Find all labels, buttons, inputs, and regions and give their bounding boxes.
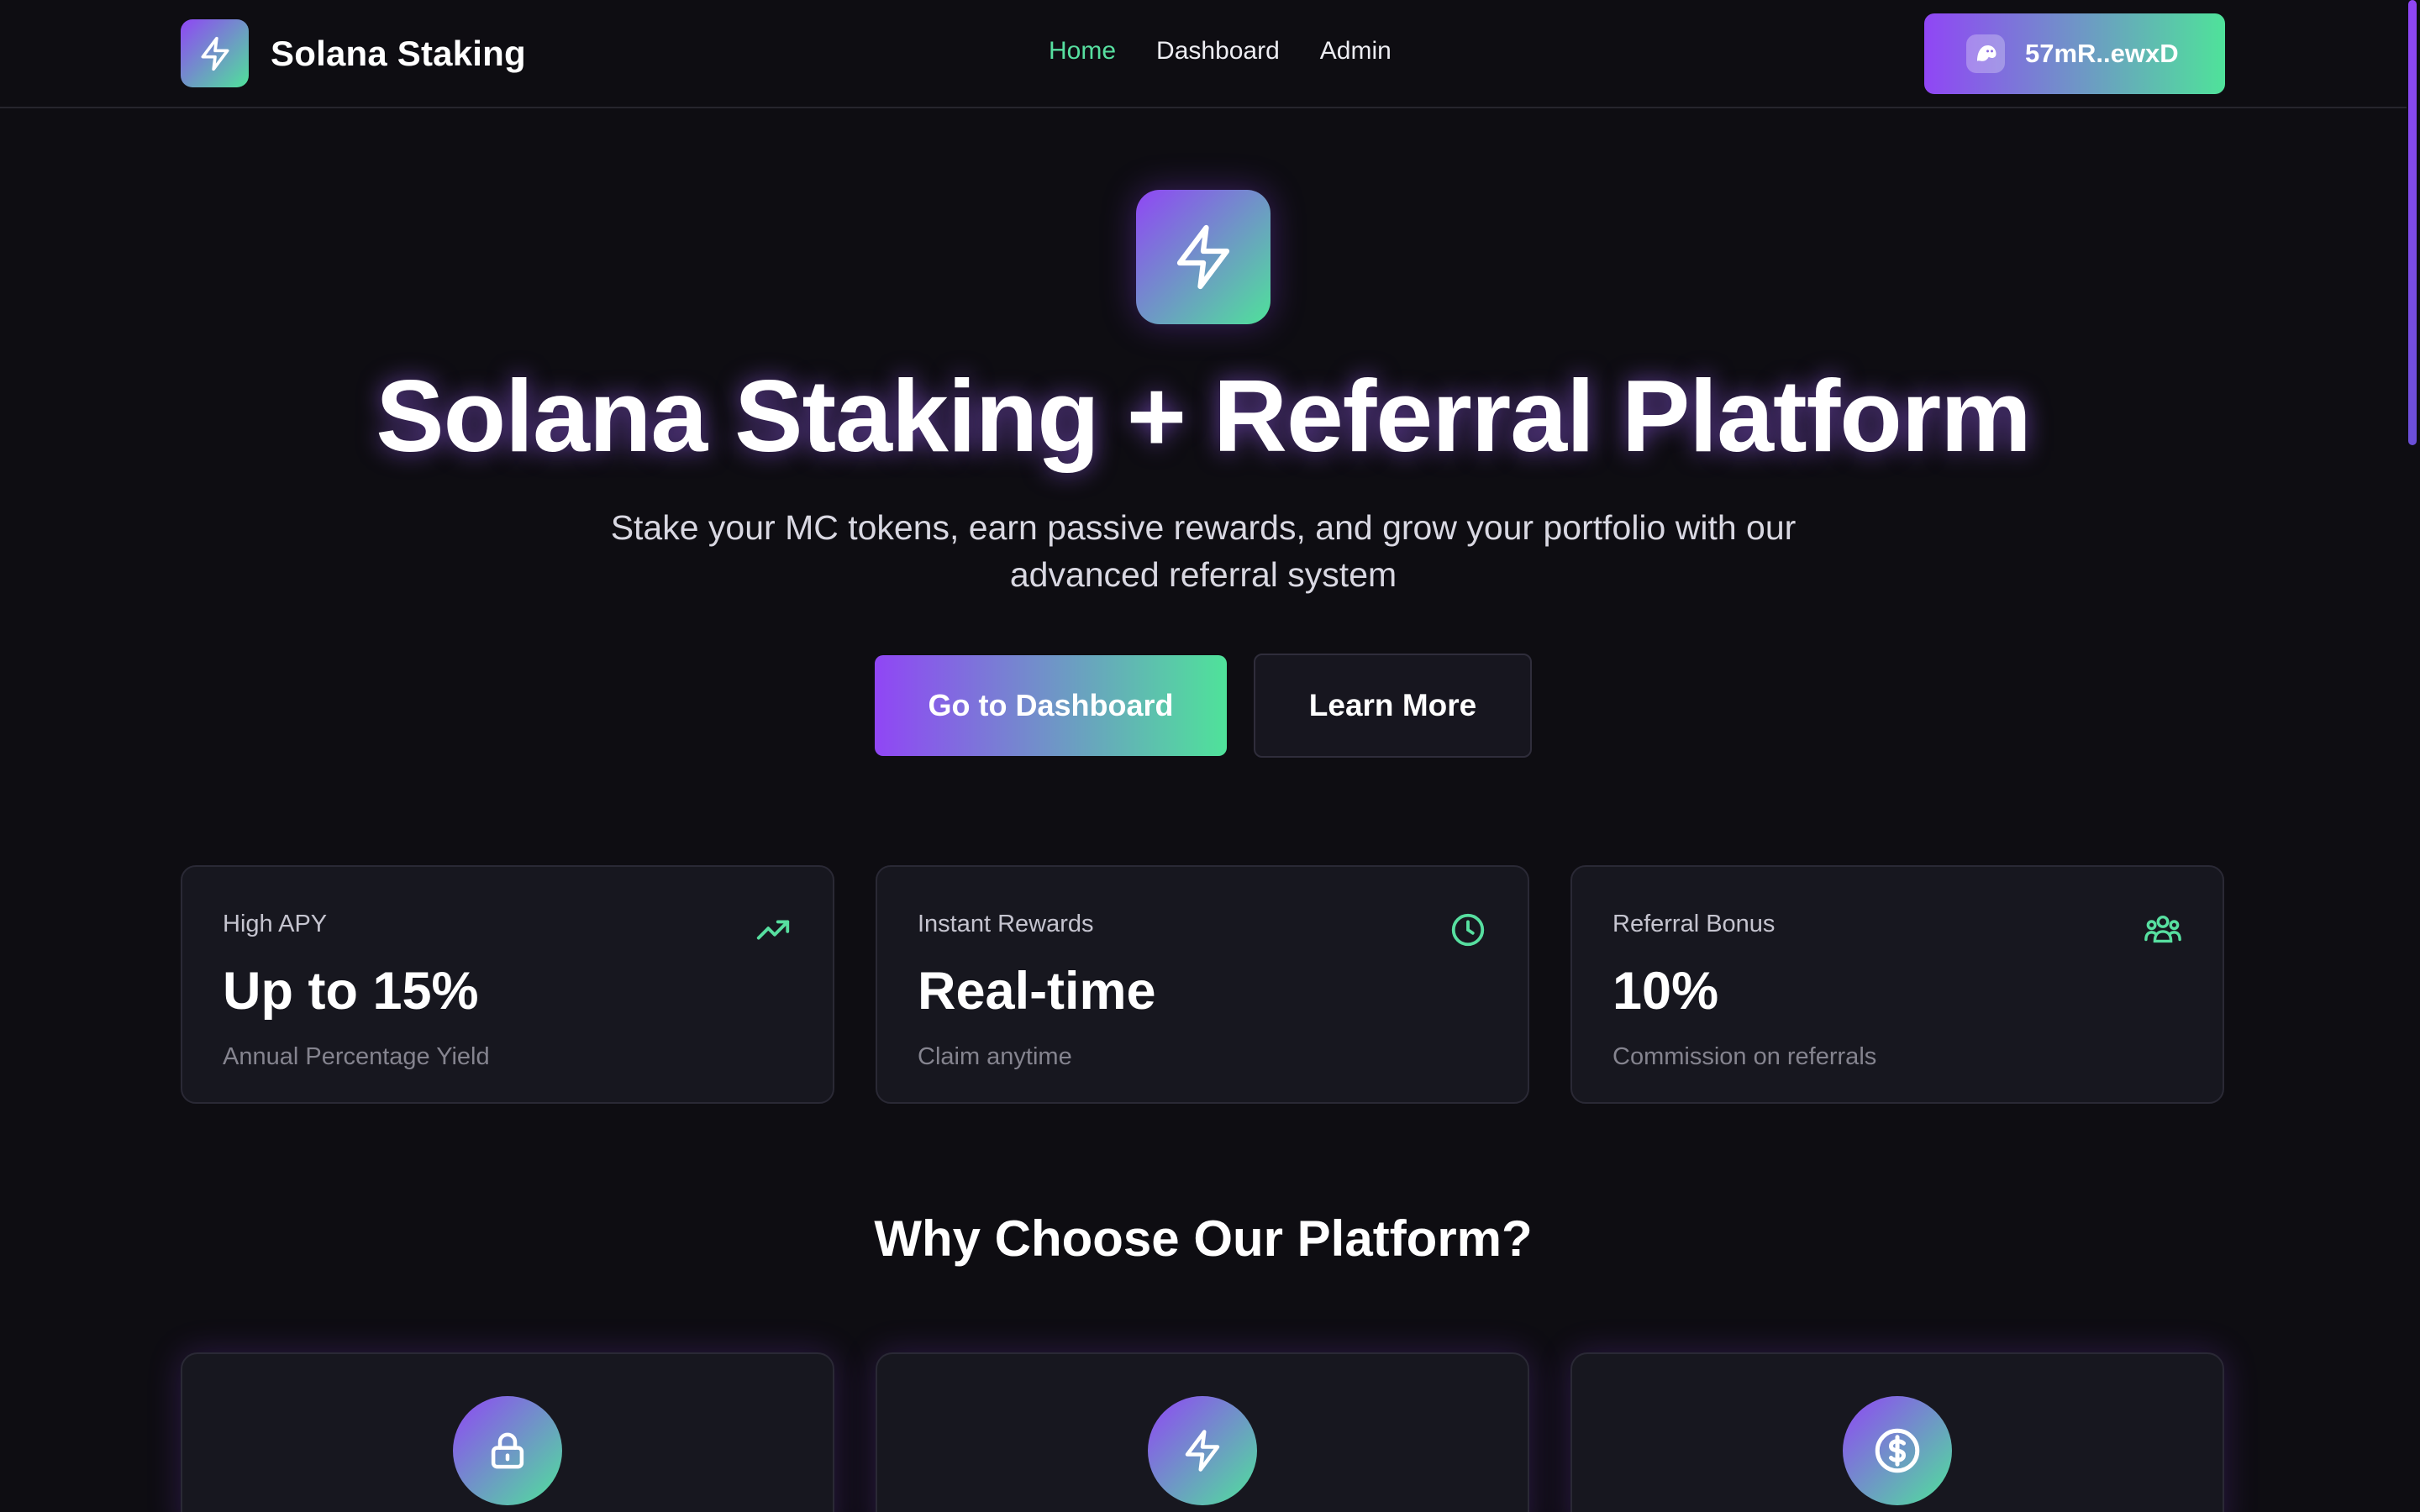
trending-up-icon bbox=[756, 920, 790, 940]
lightning-icon bbox=[201, 36, 229, 71]
stat-caption: Annual Percentage Yield bbox=[223, 1043, 490, 1070]
feature-card-rewards bbox=[1570, 1352, 2224, 1512]
top-navbar: Solana Staking Home Dashboard Admin 57mR… bbox=[0, 0, 2407, 108]
stat-value: 10% bbox=[1612, 962, 1719, 1021]
stat-card-rewards: Instant Rewards Real-time Claim anytime bbox=[876, 865, 1529, 1104]
clock-icon bbox=[1451, 913, 1485, 947]
go-to-dashboard-button[interactable]: Go to Dashboard bbox=[875, 655, 1227, 756]
users-icon bbox=[2144, 915, 2181, 943]
stat-value: Real-time bbox=[918, 962, 1156, 1021]
stat-caption: Commission on referrals bbox=[1612, 1043, 1877, 1070]
feature-icon-badge bbox=[1148, 1396, 1257, 1505]
ghost-icon bbox=[1966, 34, 2005, 73]
learn-more-button[interactable]: Learn More bbox=[1254, 654, 1532, 758]
hero-title: Solana Staking + Referral Platform bbox=[376, 359, 2031, 473]
stat-card-apy: High APY Up to 15% Annual Percentage Yie… bbox=[181, 865, 834, 1104]
brand-title: Solana Staking bbox=[271, 33, 526, 73]
wallet-button[interactable]: 57mR..ewxD bbox=[1924, 13, 2225, 94]
hero-logo bbox=[1136, 190, 1270, 324]
scrollbar-thumb[interactable] bbox=[2408, 0, 2417, 445]
lightning-icon bbox=[1185, 1430, 1220, 1472]
stat-label: High APY bbox=[223, 911, 328, 937]
stat-caption: Claim anytime bbox=[918, 1043, 1072, 1070]
nav-link-home[interactable]: Home bbox=[1049, 37, 1116, 66]
logo bbox=[181, 19, 249, 87]
lightning-icon bbox=[1176, 224, 1230, 290]
nav-link-dashboard[interactable]: Dashboard bbox=[1156, 37, 1280, 66]
nav-links: Home Dashboard Admin bbox=[1049, 37, 1432, 66]
section-title: Why Choose Our Platform? bbox=[874, 1210, 1533, 1267]
wallet-address: 57mR..ewxD bbox=[2025, 39, 2179, 68]
stat-value: Up to 15% bbox=[223, 962, 479, 1021]
lock-icon bbox=[491, 1432, 524, 1469]
nav-link-admin[interactable]: Admin bbox=[1320, 37, 1392, 66]
stat-card-referral: Referral Bonus 10% Commission on referra… bbox=[1570, 865, 2224, 1104]
feature-card-security bbox=[181, 1352, 834, 1512]
hero-subtitle: Stake your MC tokens, earn passive rewar… bbox=[610, 508, 1797, 594]
scrollbar[interactable] bbox=[2407, 0, 2420, 1512]
brand[interactable]: Solana Staking bbox=[181, 19, 526, 87]
feature-icon-badge bbox=[1843, 1396, 1952, 1505]
stat-label: Referral Bonus bbox=[1612, 911, 1776, 937]
stat-label: Instant Rewards bbox=[918, 911, 1094, 937]
dollar-icon bbox=[1875, 1428, 1920, 1473]
feature-card-speed bbox=[876, 1352, 1529, 1512]
feature-icon-badge bbox=[453, 1396, 562, 1505]
